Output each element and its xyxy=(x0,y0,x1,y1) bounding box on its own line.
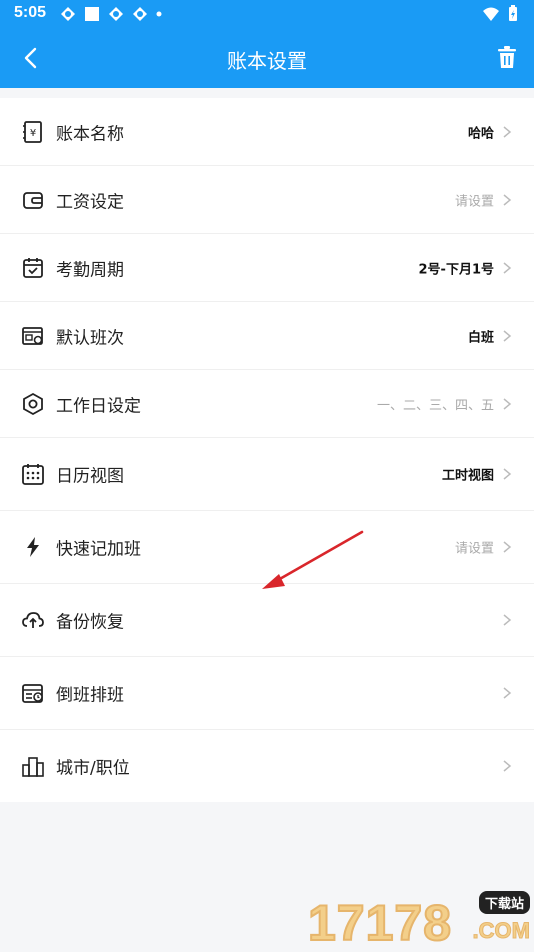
setting-row-workdays[interactable]: 工作日设定 一、二、三、四、五 xyxy=(0,370,534,438)
watermark-number: 17178 xyxy=(307,894,453,952)
setting-label: 日历视图 xyxy=(56,466,124,487)
calendar-check-icon xyxy=(23,257,43,278)
wifi-icon xyxy=(483,7,499,21)
chevron-right-icon xyxy=(503,614,512,626)
app-header: 账本设置 xyxy=(0,28,534,88)
watermark-tag: 下载站 xyxy=(478,891,530,914)
wallet-icon xyxy=(23,191,43,209)
ledger-icon: ¥ xyxy=(23,120,42,143)
settings-list: ¥ 账本名称 哈哈 工资设定 请设置 考勤周期 2号-下月1号 默认班次 白班 … xyxy=(0,98,534,802)
chevron-right-icon xyxy=(503,468,512,480)
chevron-right-icon xyxy=(503,193,512,206)
chevron-right-icon xyxy=(503,329,512,342)
setting-label: 倒班排班 xyxy=(56,685,124,706)
setting-label: 考勤周期 xyxy=(56,260,124,280)
setting-value: 请设置 xyxy=(454,194,494,209)
chevron-right-icon xyxy=(503,541,512,553)
page-title: 账本设置 xyxy=(227,49,307,73)
app-notification-icon xyxy=(133,7,147,21)
status-bar: 5:05 xyxy=(0,0,534,28)
status-time: 5:05 xyxy=(14,4,47,21)
setting-row-default-shift[interactable]: 默认班次 白班 xyxy=(0,302,534,370)
setting-row-city-position[interactable]: 城市/职位 xyxy=(0,730,534,802)
schedule-icon xyxy=(22,684,43,703)
annotation-arrow-icon xyxy=(262,530,364,589)
setting-row-salary[interactable]: 工资设定 请设置 xyxy=(0,166,534,234)
setting-value: 哈哈 xyxy=(467,126,494,141)
chevron-right-icon xyxy=(503,687,512,699)
chevron-right-icon xyxy=(503,397,512,410)
setting-row-backup-restore[interactable]: 备份恢复 xyxy=(0,584,534,657)
hexagon-nut-icon xyxy=(23,392,43,415)
city-icon xyxy=(22,757,44,777)
app-notification-icon xyxy=(61,7,75,21)
setting-label: 快速记加班 xyxy=(56,539,141,560)
chevron-right-icon xyxy=(503,760,512,772)
square-notification-icon xyxy=(85,7,99,21)
chevron-right-icon xyxy=(503,125,512,138)
system-icons xyxy=(482,5,518,22)
setting-label: 默认班次 xyxy=(56,328,124,348)
watermark-logo: 17178 下载站 .COM xyxy=(302,891,534,952)
setting-value: 白班 xyxy=(467,330,494,345)
calendar-grid-icon xyxy=(22,464,44,485)
trash-icon[interactable] xyxy=(494,44,520,70)
svg-text:¥: ¥ xyxy=(30,128,36,139)
setting-label: 城市/职位 xyxy=(56,758,130,779)
setting-value: 2号-下月1号 xyxy=(418,262,495,277)
lightning-icon xyxy=(27,537,39,557)
setting-row-ledger-name[interactable]: ¥ 账本名称 哈哈 xyxy=(0,98,534,166)
setting-row-calendar-view[interactable]: 日历视图 工时视图 xyxy=(0,438,534,511)
setting-value: 一、二、三、四、五 xyxy=(376,398,494,413)
setting-value: 请设置 xyxy=(454,541,494,557)
battery-icon xyxy=(509,5,517,21)
setting-row-attendance-cycle[interactable]: 考勤周期 2号-下月1号 xyxy=(0,234,534,302)
dot-icon xyxy=(156,11,162,17)
app-notification-icon xyxy=(109,7,123,21)
setting-label: 账本名称 xyxy=(56,124,124,144)
notification-icons xyxy=(60,6,162,22)
chevron-right-icon xyxy=(503,261,512,274)
setting-label: 备份恢复 xyxy=(56,612,124,633)
setting-label: 工资设定 xyxy=(56,192,124,212)
cloud-upload-icon xyxy=(22,612,44,628)
watermark-domain: .COM xyxy=(472,918,530,944)
setting-value: 工时视图 xyxy=(441,468,494,484)
setting-label: 工作日设定 xyxy=(56,396,141,416)
shift-icon xyxy=(22,326,43,345)
setting-row-rotating-shift[interactable]: 倒班排班 xyxy=(0,657,534,730)
